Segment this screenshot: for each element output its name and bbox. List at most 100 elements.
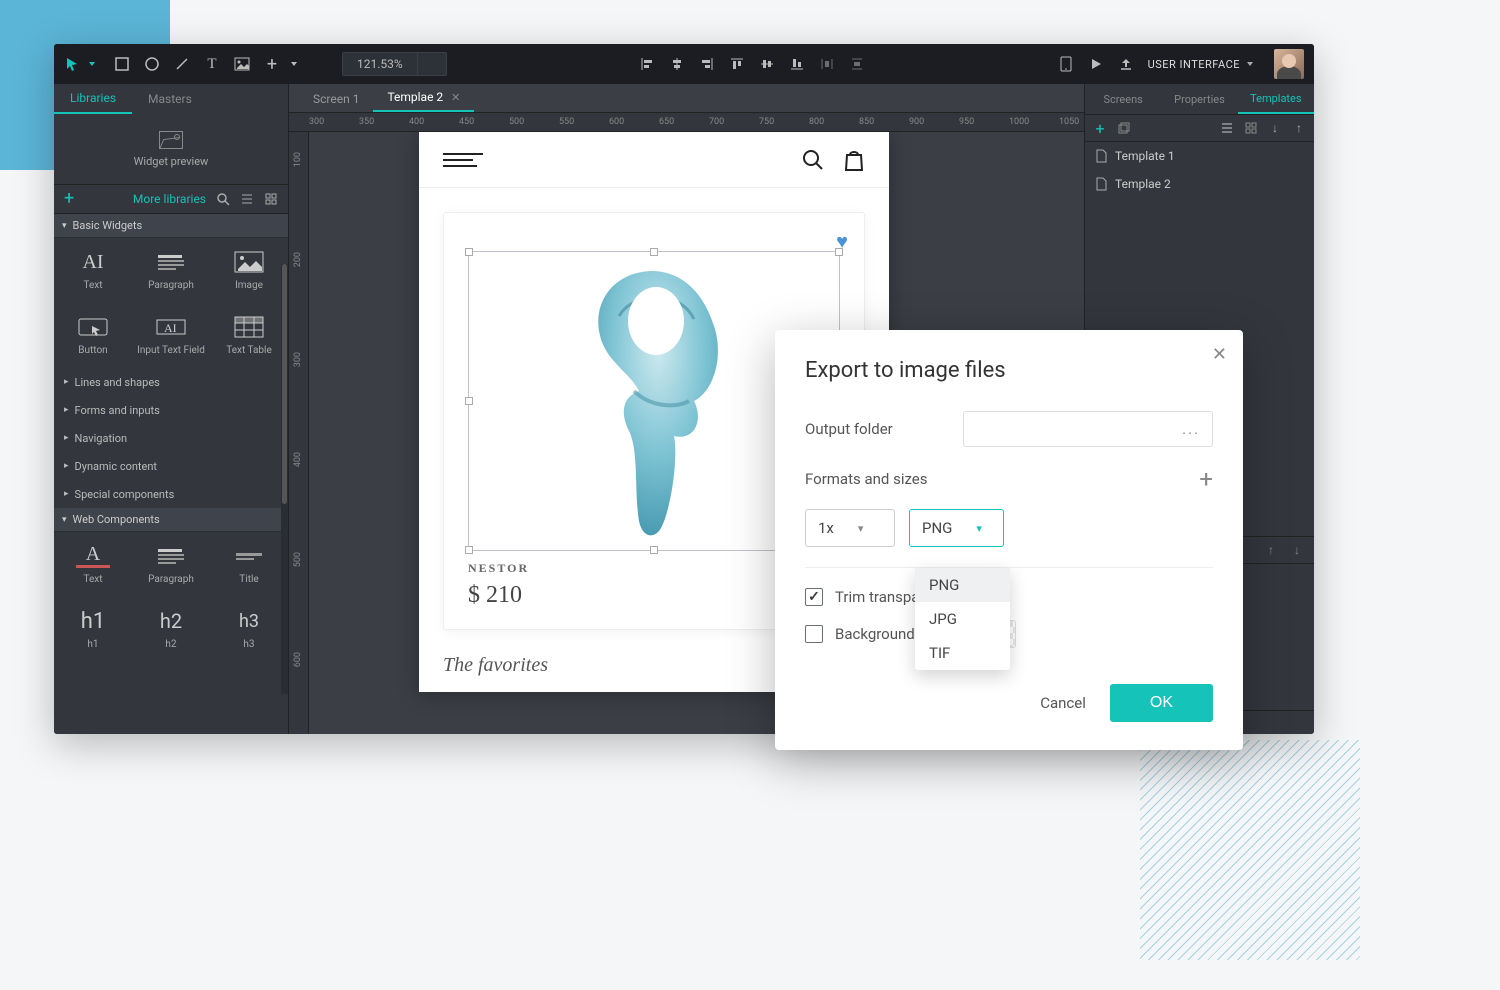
align-right-icon[interactable] [699, 56, 715, 72]
distribute-icon[interactable] [819, 56, 835, 72]
align-center-h-icon[interactable] [669, 56, 685, 72]
web-widget-paragraph[interactable]: Paragraph [132, 532, 210, 597]
browse-icon: ... [1182, 420, 1200, 438]
user-avatar[interactable] [1274, 49, 1304, 79]
play-icon[interactable] [1088, 56, 1104, 72]
sort-down-icon[interactable]: ↓ [1268, 121, 1282, 135]
pointer-caret-icon[interactable] [84, 56, 100, 72]
add-library-icon[interactable]: + [64, 190, 74, 208]
web-widget-title[interactable]: Title [210, 532, 288, 597]
ellipse-tool-icon[interactable] [144, 56, 160, 72]
search-icon[interactable] [801, 148, 825, 172]
duplicate-template-icon[interactable] [1117, 121, 1131, 135]
add-template-icon[interactable]: + [1093, 121, 1107, 135]
widget-button[interactable]: Button [54, 303, 132, 368]
zoom-caret-icon[interactable] [417, 53, 446, 75]
rectangle-tool-icon[interactable] [114, 56, 130, 72]
bg-checkbox[interactable] [805, 625, 823, 643]
format-option-tif[interactable]: TIF [915, 636, 1010, 670]
align-tools [639, 56, 865, 72]
line-tool-icon[interactable] [174, 56, 190, 72]
tab-libraries[interactable]: Libraries [54, 84, 132, 114]
left-panel-scrollbar[interactable] [281, 264, 288, 694]
resize-handle[interactable] [465, 397, 473, 405]
device-icon[interactable] [1058, 56, 1074, 72]
shape-tools: T + [64, 56, 302, 72]
tab-masters[interactable]: Masters [132, 84, 208, 114]
cat-lines-shapes[interactable]: ▸Lines and shapes [54, 368, 288, 396]
ok-button[interactable]: OK [1110, 684, 1213, 722]
upload-icon[interactable] [1118, 56, 1134, 72]
tab-screens[interactable]: Screens [1085, 84, 1161, 114]
align-middle-v-icon[interactable] [759, 56, 775, 72]
cancel-button[interactable]: Cancel [1040, 694, 1086, 712]
grid-view-icon[interactable] [1244, 121, 1258, 135]
text-tool-icon[interactable]: T [204, 56, 220, 72]
close-icon[interactable]: ✕ [1212, 344, 1227, 365]
resize-handle[interactable] [465, 546, 473, 554]
cat-forms-inputs[interactable]: ▸Forms and inputs [54, 396, 288, 424]
cat-special-components[interactable]: ▸Special components [54, 480, 288, 508]
more-libraries-link[interactable]: More libraries [133, 192, 206, 206]
view-mode-label: USER INTERFACE [1148, 58, 1240, 71]
section-basic-widgets[interactable]: ▾Basic Widgets [54, 214, 288, 238]
move-up-icon[interactable]: ↑ [1264, 543, 1278, 557]
widget-image[interactable]: Image [210, 238, 288, 303]
align-top-icon[interactable] [729, 56, 745, 72]
resize-handle[interactable] [465, 248, 473, 256]
search-icon[interactable] [216, 192, 230, 206]
tab-templates[interactable]: Templates [1238, 84, 1314, 114]
widget-input-text[interactable]: AIInput Text Field [132, 303, 210, 368]
web-widget-h2[interactable]: h2h2 [132, 597, 210, 662]
section-web-components[interactable]: ▾Web Components [54, 508, 288, 532]
tab-properties[interactable]: Properties [1161, 84, 1237, 114]
sort-up-icon[interactable]: ↑ [1292, 121, 1306, 135]
cat-dynamic-content[interactable]: ▸Dynamic content [54, 452, 288, 480]
widget-text[interactable]: AIText [54, 238, 132, 303]
bag-icon[interactable] [843, 148, 865, 172]
web-widget-text[interactable]: AText [54, 532, 132, 597]
move-down-icon[interactable]: ↓ [1290, 543, 1304, 557]
resize-handle[interactable] [835, 248, 843, 256]
web-widget-h3[interactable]: h3h3 [210, 597, 288, 662]
view-mode-dropdown[interactable]: USER INTERFACE [1148, 58, 1254, 71]
templates-toolbar: + ↓ ↑ [1085, 114, 1314, 142]
grid-view-icon[interactable] [264, 192, 278, 206]
add-caret-icon[interactable] [286, 56, 302, 72]
left-panel: Libraries Masters Widget preview + More … [54, 84, 289, 734]
chevron-down-icon: ▾ [858, 522, 864, 535]
close-tab-icon[interactable]: ✕ [451, 91, 460, 104]
scale-value: 1x [818, 519, 834, 537]
align-left-icon[interactable] [639, 56, 655, 72]
distribute-v-icon[interactable] [849, 56, 865, 72]
format-option-jpg[interactable]: JPG [915, 602, 1010, 636]
tab-screen-1[interactable]: Screen 1 [299, 86, 373, 112]
trim-checkbox[interactable] [805, 588, 823, 606]
scale-select[interactable]: 1x ▾ [805, 509, 895, 547]
left-panel-tabs: Libraries Masters [54, 84, 288, 114]
format-option-png[interactable]: PNG [915, 568, 1010, 602]
widget-text-table[interactable]: Text Table [210, 303, 288, 368]
template-item-2[interactable]: Templae 2 [1085, 170, 1314, 198]
cat-navigation[interactable]: ▸Navigation [54, 424, 288, 452]
template-item-1[interactable]: Template 1 [1085, 142, 1314, 170]
widget-paragraph[interactable]: Paragraph [132, 238, 210, 303]
list-view-icon[interactable] [240, 192, 254, 206]
web-widget-h1[interactable]: h1h1 [54, 597, 132, 662]
tab-templae-2[interactable]: Templae 2✕ [373, 84, 474, 112]
add-tool-icon[interactable]: + [264, 56, 280, 72]
format-select[interactable]: PNG ▾ [909, 509, 1004, 547]
horizontal-ruler: 3003504004505005506006507007508008509009… [289, 112, 1084, 132]
pointer-tool-icon[interactable] [64, 56, 80, 72]
image-tool-icon[interactable] [234, 56, 250, 72]
product-image [564, 261, 744, 541]
list-view-icon[interactable] [1220, 121, 1234, 135]
resize-handle[interactable] [650, 546, 658, 554]
align-bottom-icon[interactable] [789, 56, 805, 72]
menu-icon[interactable] [443, 153, 483, 167]
add-format-icon[interactable]: + [1199, 465, 1213, 493]
output-folder-input[interactable]: ... [963, 411, 1213, 447]
resize-handle[interactable] [650, 248, 658, 256]
zoom-control[interactable]: 121.53% [342, 52, 447, 76]
decorative-stripes [1140, 740, 1360, 960]
